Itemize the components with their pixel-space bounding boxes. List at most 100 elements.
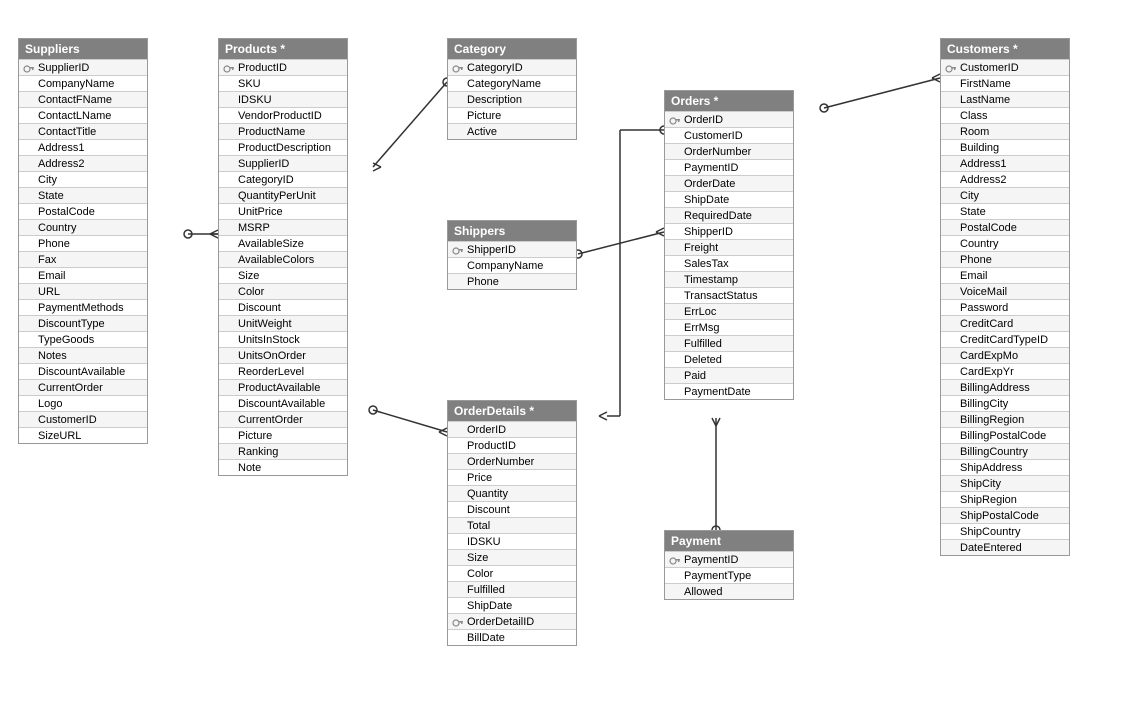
field-name: Paid [684,370,706,382]
table-row: BillingAddress [941,379,1069,395]
key-icon [452,62,464,74]
field-name: ErrMsg [684,322,719,334]
field-name: ShipCity [960,478,1001,490]
field-name: Picture [467,110,501,122]
table-row: OrderID [665,111,793,127]
field-name: BillingCity [960,398,1008,410]
table-row: ProductID [219,59,347,75]
field-name: IDSKU [467,536,501,548]
field-name: Deleted [684,354,722,366]
field-name: PaymentDate [684,386,751,398]
table-row: CompanyName [448,257,576,273]
field-name: OrderID [467,424,506,436]
table-row: AvailableSize [219,235,347,251]
field-name: UnitsOnOrder [238,350,306,362]
field-name: CreditCard [960,318,1013,330]
table-row: ProductAvailable [219,379,347,395]
table-row: OrderNumber [448,453,576,469]
table-row: CategoryName [448,75,576,91]
field-name: Timestamp [684,274,738,286]
table-header-products: Products * [219,39,347,59]
field-name: UnitPrice [238,206,283,218]
table-row: City [941,187,1069,203]
field-name: AvailableSize [238,238,304,250]
table-row: Address2 [941,171,1069,187]
field-name: OrderNumber [467,456,534,468]
table-row: CurrentOrder [219,411,347,427]
table-orderdetails: OrderDetails *OrderIDProductIDOrderNumbe… [447,400,577,646]
table-row: UnitsInStock [219,331,347,347]
table-row: PaymentID [665,551,793,567]
table-row: IDSKU [448,533,576,549]
field-name: Class [960,110,988,122]
field-name: Logo [38,398,62,410]
table-row: Description [448,91,576,107]
field-name: Ranking [238,446,278,458]
field-name: ContactTitle [38,126,96,138]
table-row: UnitWeight [219,315,347,331]
table-row: VendorProductID [219,107,347,123]
table-payment: Payment PaymentIDPaymentType Allowed [664,530,794,600]
field-name: PostalCode [38,206,95,218]
field-name: Email [38,270,66,282]
table-row: Picture [448,107,576,123]
key-icon [452,244,464,256]
field-name: Allowed [684,586,723,598]
field-name: Room [960,126,989,138]
table-row: ErrLoc [665,303,793,319]
field-name: Color [238,286,264,298]
table-row: Phone [448,273,576,289]
key-icon [669,554,681,566]
table-row: Address1 [19,139,147,155]
field-name: CardExpYr [960,366,1014,378]
field-name: BillingPostalCode [960,430,1046,442]
key-icon [23,62,35,74]
table-row: CustomerID [19,411,147,427]
field-name: CategoryID [467,62,523,74]
table-suppliers: Suppliers SupplierIDCompanyNameContactFN… [18,38,148,444]
table-row: URL [19,283,147,299]
table-row: PaymentType [665,567,793,583]
table-header-category: Category [448,39,576,59]
field-name: Fulfilled [467,584,505,596]
field-name: SKU [238,78,261,90]
table-row: TypeGoods [19,331,147,347]
field-name: ShipAddress [960,462,1022,474]
table-shippers: Shippers ShipperIDCompanyNamePhone [447,220,577,290]
table-row: PostalCode [941,219,1069,235]
field-name: ShipDate [467,600,512,612]
field-name: Building [960,142,999,154]
table-row: OrderDate [665,175,793,191]
field-name: ErrLoc [684,306,716,318]
field-name: CategoryID [238,174,294,186]
field-name: CategoryName [467,78,541,90]
table-row: ContactTitle [19,123,147,139]
table-row: CompanyName [19,75,147,91]
field-name: Address1 [960,158,1006,170]
field-name: Size [238,270,259,282]
field-name: Country [960,238,999,250]
table-row: Country [941,235,1069,251]
field-name: CustomerID [684,130,743,142]
table-header-payment: Payment [665,531,793,551]
table-row: ProductDescription [219,139,347,155]
field-name: ShipPostalCode [960,510,1039,522]
field-name: LastName [960,94,1010,106]
field-name: CompanyName [38,78,114,90]
field-name: City [960,190,979,202]
table-row: ShipperID [448,241,576,257]
table-row: DiscountAvailable [219,395,347,411]
table-orders: Orders * OrderIDCustomerIDOrderNumberPay… [664,90,794,400]
table-row: DiscountType [19,315,147,331]
table-row: ShipRegion [941,491,1069,507]
table-row: Allowed [665,583,793,599]
table-row: ContactFName [19,91,147,107]
table-row: Size [448,549,576,565]
erd-canvas: Suppliers SupplierIDCompanyNameContactFN… [0,0,1140,703]
table-row: ShipCity [941,475,1069,491]
field-name: ProductDescription [238,142,331,154]
field-name: Quantity [467,488,508,500]
table-row: OrderID [448,421,576,437]
field-name: BillingCountry [960,446,1028,458]
table-row: Note [219,459,347,475]
